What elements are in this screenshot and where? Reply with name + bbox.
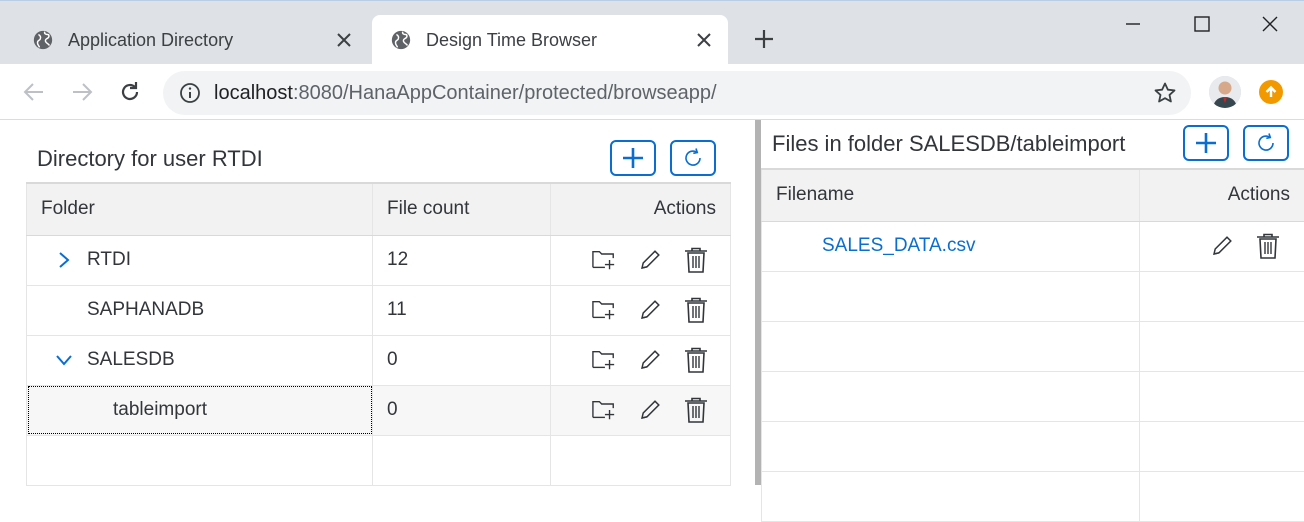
tab-application-directory[interactable]: Application Directory (14, 15, 368, 65)
files-pane: Files in folder SALESDB/tableimport File… (761, 120, 1304, 485)
table-row[interactable]: SALES_DATA.csv (762, 221, 1304, 271)
new-tab-button[interactable] (750, 25, 778, 53)
column-header-folder[interactable]: Folder (27, 183, 373, 235)
close-icon[interactable] (332, 28, 356, 52)
tab-design-time-browser[interactable]: Design Time Browser (372, 15, 728, 65)
tab-label: Design Time Browser (426, 30, 597, 51)
column-header-filename[interactable]: Filename (762, 169, 1140, 221)
add-folder-button[interactable] (610, 140, 656, 176)
reload-button[interactable] (116, 78, 144, 106)
refresh-icon (681, 146, 705, 170)
table-row[interactable]: SALESDB 0 (27, 335, 731, 385)
column-header-actions: Actions (551, 183, 731, 235)
empty-row (762, 471, 1304, 521)
file-count: 0 (373, 385, 551, 435)
delete-trash-icon[interactable] (1256, 233, 1280, 259)
empty-row (762, 271, 1304, 321)
file-count: 0 (373, 335, 551, 385)
column-header-file-count[interactable]: File count (373, 183, 551, 235)
folder-name: SALESDB (87, 349, 175, 371)
back-button[interactable] (20, 78, 48, 106)
plus-icon (1194, 131, 1218, 155)
chevron-right-icon[interactable] (53, 249, 75, 271)
edit-pencil-icon[interactable] (638, 347, 662, 373)
folder-name: RTDI (87, 249, 131, 271)
table-row[interactable]: RTDI 12 (27, 235, 731, 285)
edit-pencil-icon[interactable] (638, 297, 662, 323)
globe-icon (32, 29, 54, 51)
plus-icon (621, 146, 645, 170)
new-folder-icon[interactable] (592, 347, 616, 373)
files-title: Files in folder SALESDB/tableimport (772, 131, 1125, 157)
table-row[interactable]: SAPHANADB 11 (27, 285, 731, 335)
url-text[interactable]: localhost:8080/HanaAppContainer/protecte… (214, 82, 717, 105)
delete-trash-icon[interactable] (684, 397, 708, 423)
folder-name: SAPHANADB (87, 299, 204, 321)
refresh-icon (1254, 131, 1278, 155)
refresh-directory-button[interactable] (670, 140, 716, 176)
browser-tab-bar: Application Directory Design Time Browse… (0, 0, 1304, 64)
empty-row (762, 371, 1304, 421)
new-folder-icon[interactable] (592, 297, 616, 323)
empty-row (27, 435, 731, 485)
file-count: 12 (373, 235, 551, 285)
url-path: :8080/HanaAppContainer/protected/browsea… (293, 82, 717, 104)
window-close-button[interactable] (1255, 9, 1285, 39)
delete-trash-icon[interactable] (684, 297, 708, 323)
maximize-button[interactable] (1187, 9, 1217, 39)
close-icon[interactable] (692, 28, 716, 52)
bookmark-star-icon[interactable] (1153, 81, 1177, 105)
directory-pane: Directory for user RTDI Folder File coun… (0, 120, 755, 485)
delete-trash-icon[interactable] (684, 347, 708, 373)
info-icon[interactable] (179, 82, 201, 104)
new-folder-icon[interactable] (592, 247, 616, 273)
file-link[interactable]: SALES_DATA.csv (822, 235, 975, 256)
update-arrow-icon[interactable] (1259, 80, 1283, 104)
new-folder-icon[interactable] (592, 397, 616, 423)
edit-pencil-icon[interactable] (638, 397, 662, 423)
address-bar[interactable]: localhost:8080/HanaAppContainer/protecte… (163, 71, 1191, 115)
chevron-down-icon[interactable] (53, 349, 75, 371)
empty-row (762, 321, 1304, 371)
tab-label: Application Directory (68, 30, 233, 51)
profile-avatar[interactable] (1209, 76, 1241, 108)
edit-pencil-icon[interactable] (1210, 233, 1234, 259)
folder-name: tableimport (113, 399, 207, 421)
globe-icon (390, 29, 412, 51)
minimize-button[interactable] (1118, 9, 1148, 39)
column-header-actions: Actions (1140, 169, 1304, 221)
edit-pencil-icon[interactable] (638, 247, 662, 273)
files-table: Filename Actions SALES_DATA.csv (761, 168, 1304, 522)
delete-trash-icon[interactable] (684, 247, 708, 273)
empty-row (762, 421, 1304, 471)
refresh-files-button[interactable] (1243, 125, 1289, 161)
url-host: localhost (214, 82, 293, 104)
directory-title: Directory for user RTDI (37, 146, 263, 172)
add-file-button[interactable] (1183, 125, 1229, 161)
table-row-selected[interactable]: tableimport 0 (27, 385, 731, 435)
file-count: 11 (373, 285, 551, 335)
forward-button[interactable] (68, 78, 96, 106)
directory-table: Folder File count Actions RTDI 12 SAPH (26, 182, 731, 486)
address-toolbar: localhost:8080/HanaAppContainer/protecte… (0, 64, 1304, 120)
